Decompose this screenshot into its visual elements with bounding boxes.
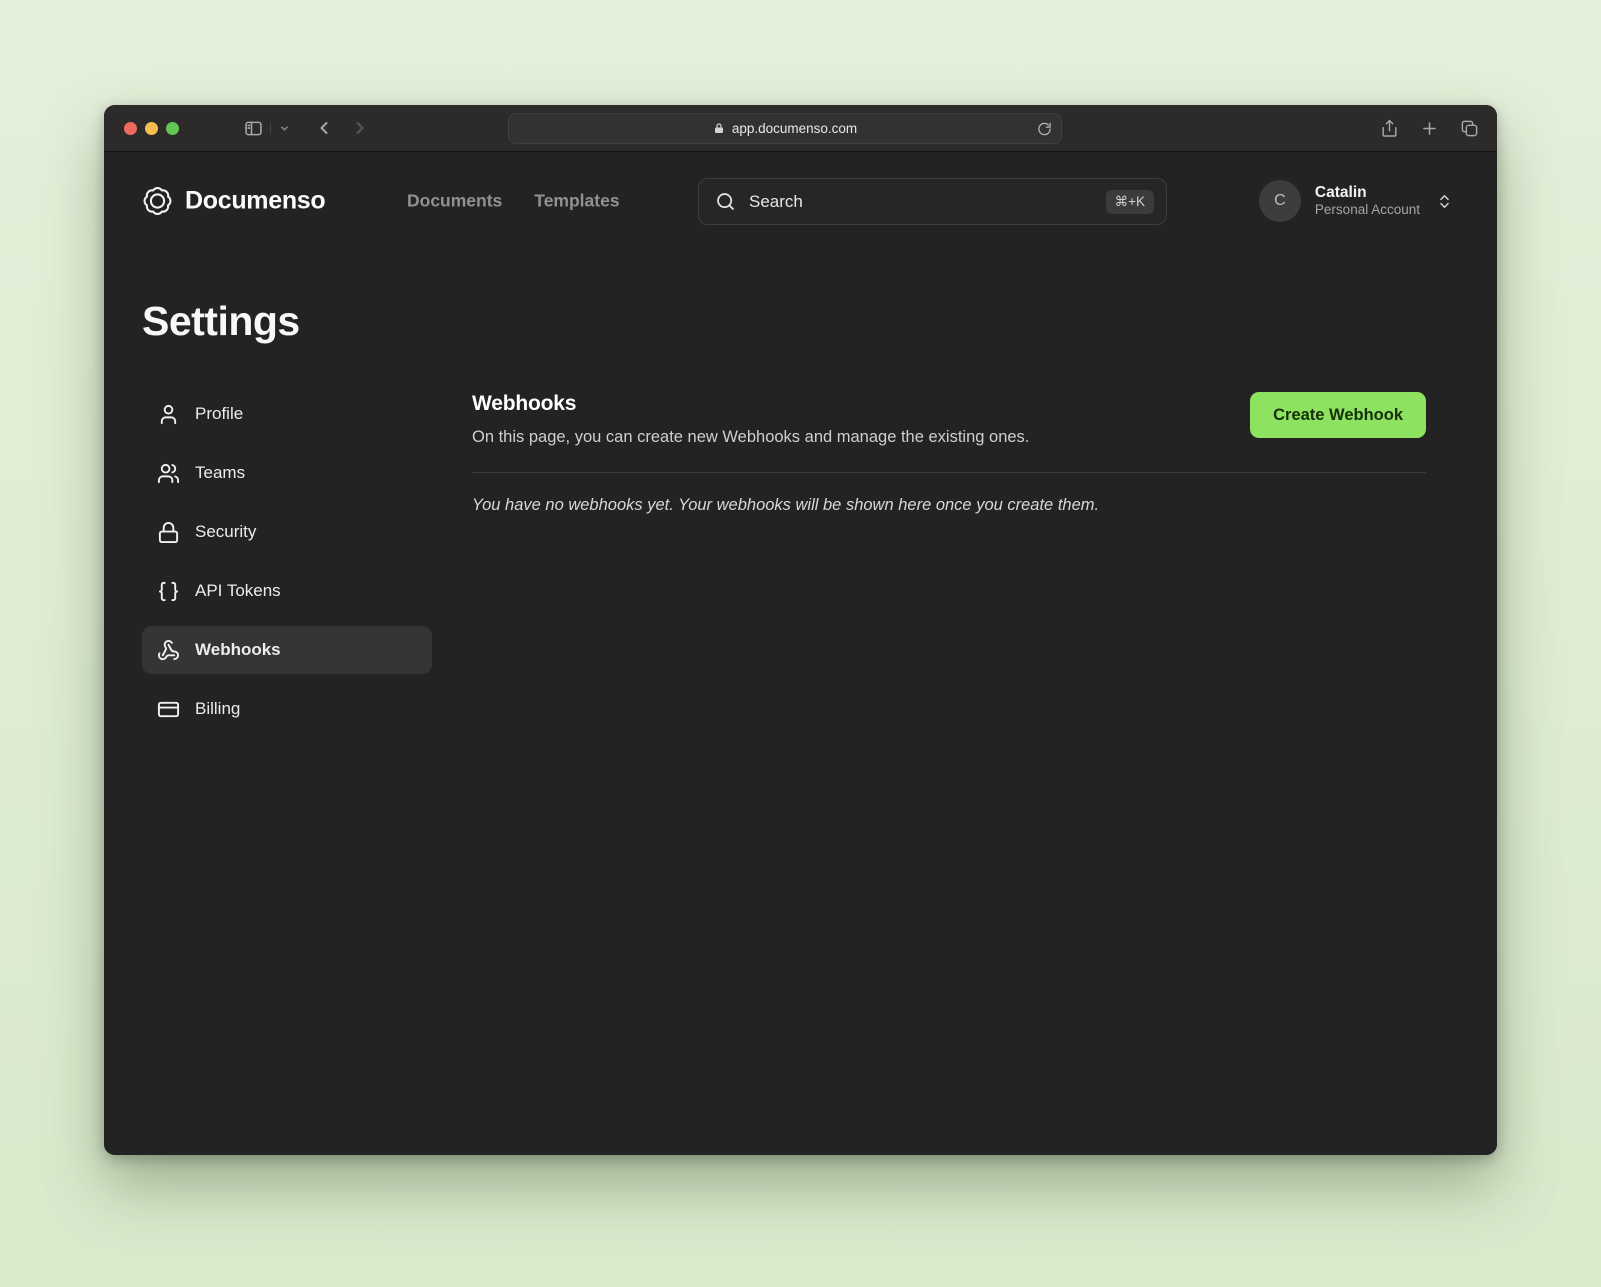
avatar: C [1259, 180, 1301, 222]
brand-name: Documenso [185, 187, 325, 216]
section-heading: Webhooks [472, 392, 1029, 416]
main-nav: Documents Templates [407, 191, 620, 212]
address-bar[interactable]: app.documenso.com [508, 113, 1062, 144]
chevron-down-icon[interactable] [270, 123, 290, 134]
share-icon[interactable] [1380, 119, 1399, 138]
account-text: Catalin Personal Account [1315, 183, 1420, 219]
tab-overview-icon[interactable] [1460, 119, 1479, 138]
nav-documents[interactable]: Documents [407, 191, 502, 212]
sidebar-item-security[interactable]: Security [142, 508, 432, 556]
search-bar[interactable]: ⌘+K [698, 178, 1167, 225]
page-title: Settings [142, 298, 1426, 345]
user-icon [157, 403, 180, 426]
back-button[interactable] [314, 118, 334, 138]
sidebar-item-label: Billing [195, 699, 240, 719]
empty-state-text: You have no webhooks yet. Your webhooks … [472, 496, 1426, 515]
braces-icon [157, 580, 180, 603]
settings-sidebar: Profile Teams Security [142, 390, 432, 733]
sidebar-item-billing[interactable]: Billing [142, 685, 432, 733]
webhooks-panel: Webhooks On this page, you can create ne… [472, 390, 1426, 733]
settings-page: Settings Profile Teams [104, 298, 1497, 733]
app-content: Documenso Documents Templates ⌘+K C Cata… [104, 152, 1497, 1155]
account-name: Catalin [1315, 183, 1420, 202]
sidebar-item-label: API Tokens [195, 581, 281, 601]
brand-logo[interactable]: Documenso [142, 186, 325, 217]
sidebar-item-label: Security [195, 522, 256, 542]
chevrons-up-down-icon [1436, 193, 1453, 210]
close-window-button[interactable] [124, 122, 137, 135]
search-input[interactable] [749, 192, 1106, 212]
browser-toolbar: app.documenso.com [104, 105, 1497, 152]
search-shortcut-badge: ⌘+K [1106, 190, 1154, 214]
users-icon [157, 462, 180, 485]
sidebar-item-teams[interactable]: Teams [142, 449, 432, 497]
documenso-logo-icon [142, 186, 173, 217]
traffic-lights [124, 122, 179, 135]
reload-icon[interactable] [1037, 121, 1052, 136]
sidebar-toggle-icon[interactable] [243, 118, 264, 139]
minimize-window-button[interactable] [145, 122, 158, 135]
divider [472, 472, 1426, 473]
browser-window: app.documenso.com [104, 105, 1497, 1155]
lock-icon [157, 521, 180, 544]
url-text: app.documenso.com [732, 121, 857, 136]
zoom-window-button[interactable] [166, 122, 179, 135]
credit-card-icon [157, 698, 180, 721]
account-menu[interactable]: C Catalin Personal Account [1259, 180, 1453, 222]
create-webhook-button[interactable]: Create Webhook [1250, 392, 1426, 438]
nav-templates[interactable]: Templates [534, 191, 619, 212]
forward-button[interactable] [350, 118, 370, 138]
lock-icon [713, 122, 725, 135]
sidebar-item-label: Webhooks [195, 640, 281, 660]
sidebar-item-label: Profile [195, 404, 243, 424]
sidebar-item-api-tokens[interactable]: API Tokens [142, 567, 432, 615]
webhook-icon [157, 639, 180, 662]
sidebar-item-webhooks[interactable]: Webhooks [142, 626, 432, 674]
new-tab-icon[interactable] [1420, 119, 1439, 138]
sidebar-item-profile[interactable]: Profile [142, 390, 432, 438]
search-icon [715, 191, 736, 212]
section-description: On this page, you can create new Webhook… [472, 428, 1029, 447]
sidebar-item-label: Teams [195, 463, 245, 483]
account-type: Personal Account [1315, 202, 1420, 219]
app-header: Documenso Documents Templates ⌘+K C Cata… [104, 152, 1497, 252]
